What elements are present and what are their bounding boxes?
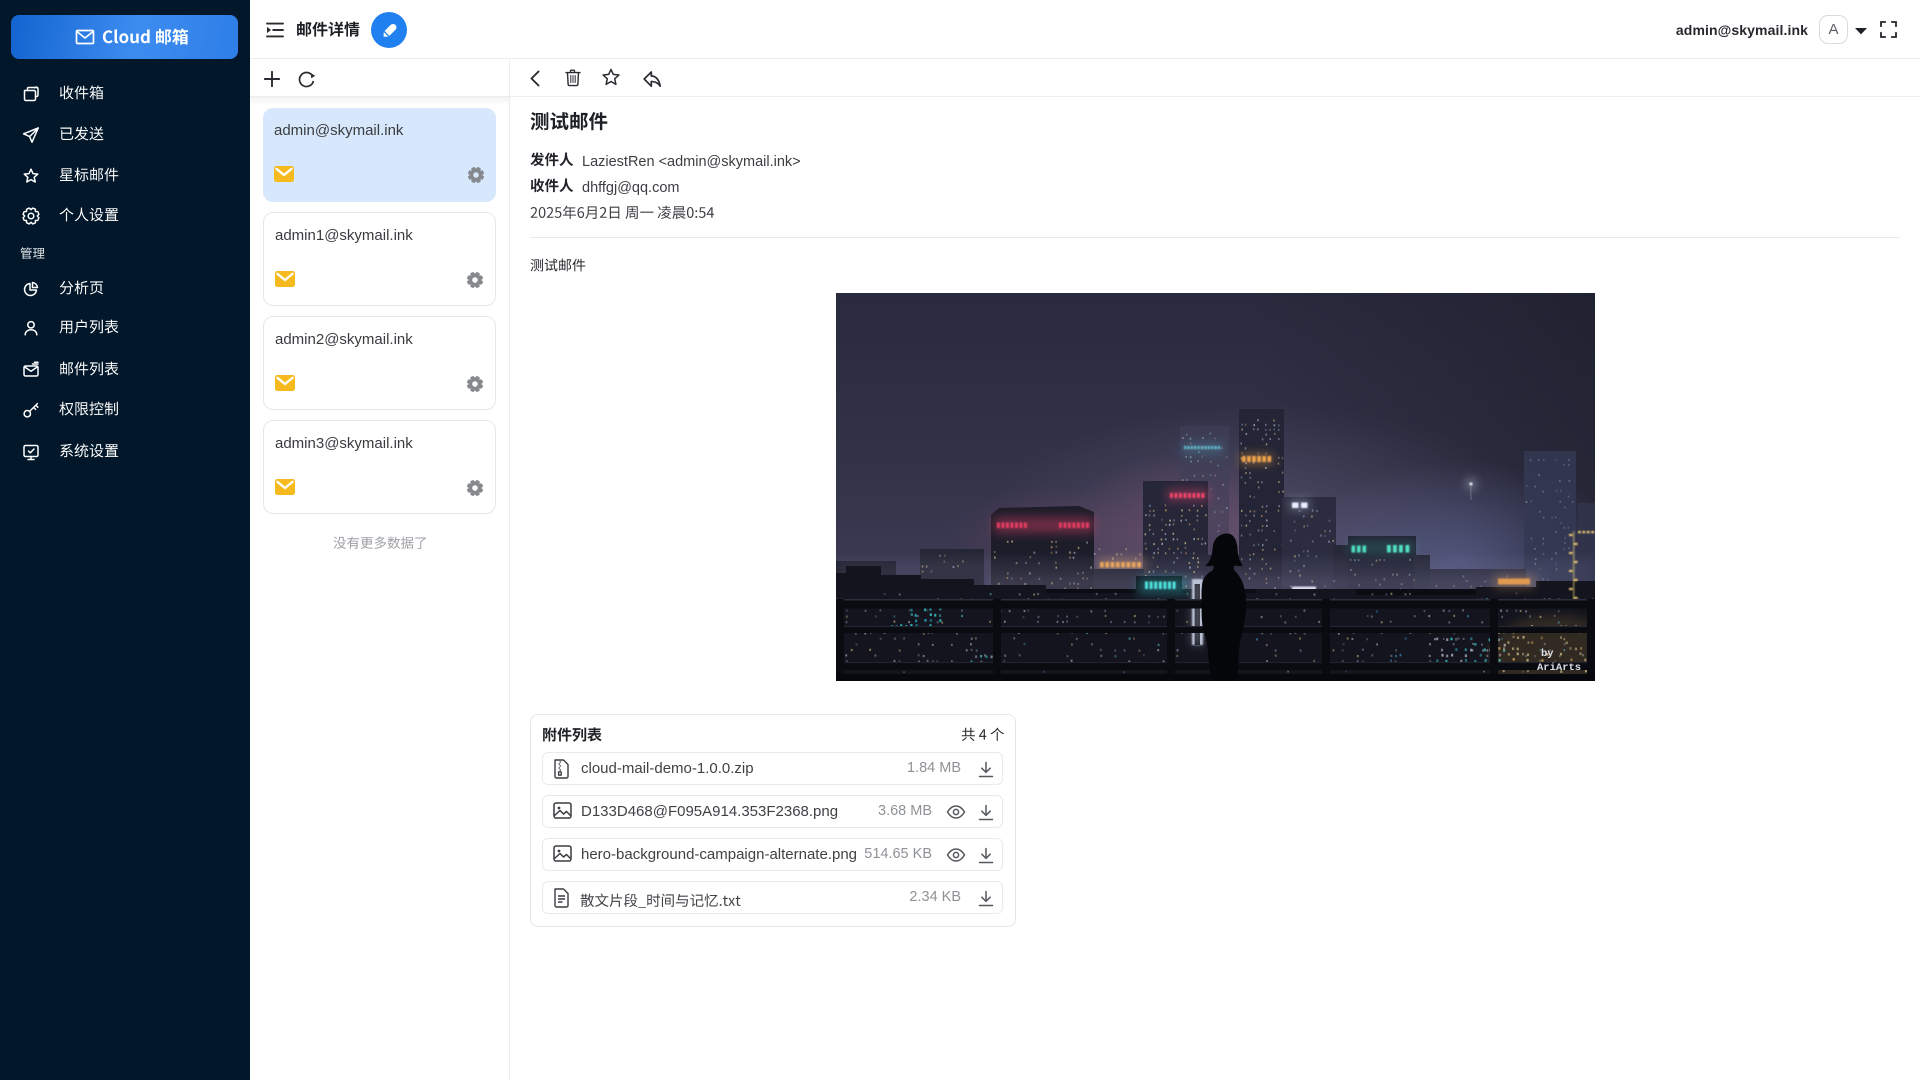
svg-text:AriArts: AriArts (1537, 662, 1581, 674)
svg-text:by: by (1541, 648, 1554, 660)
